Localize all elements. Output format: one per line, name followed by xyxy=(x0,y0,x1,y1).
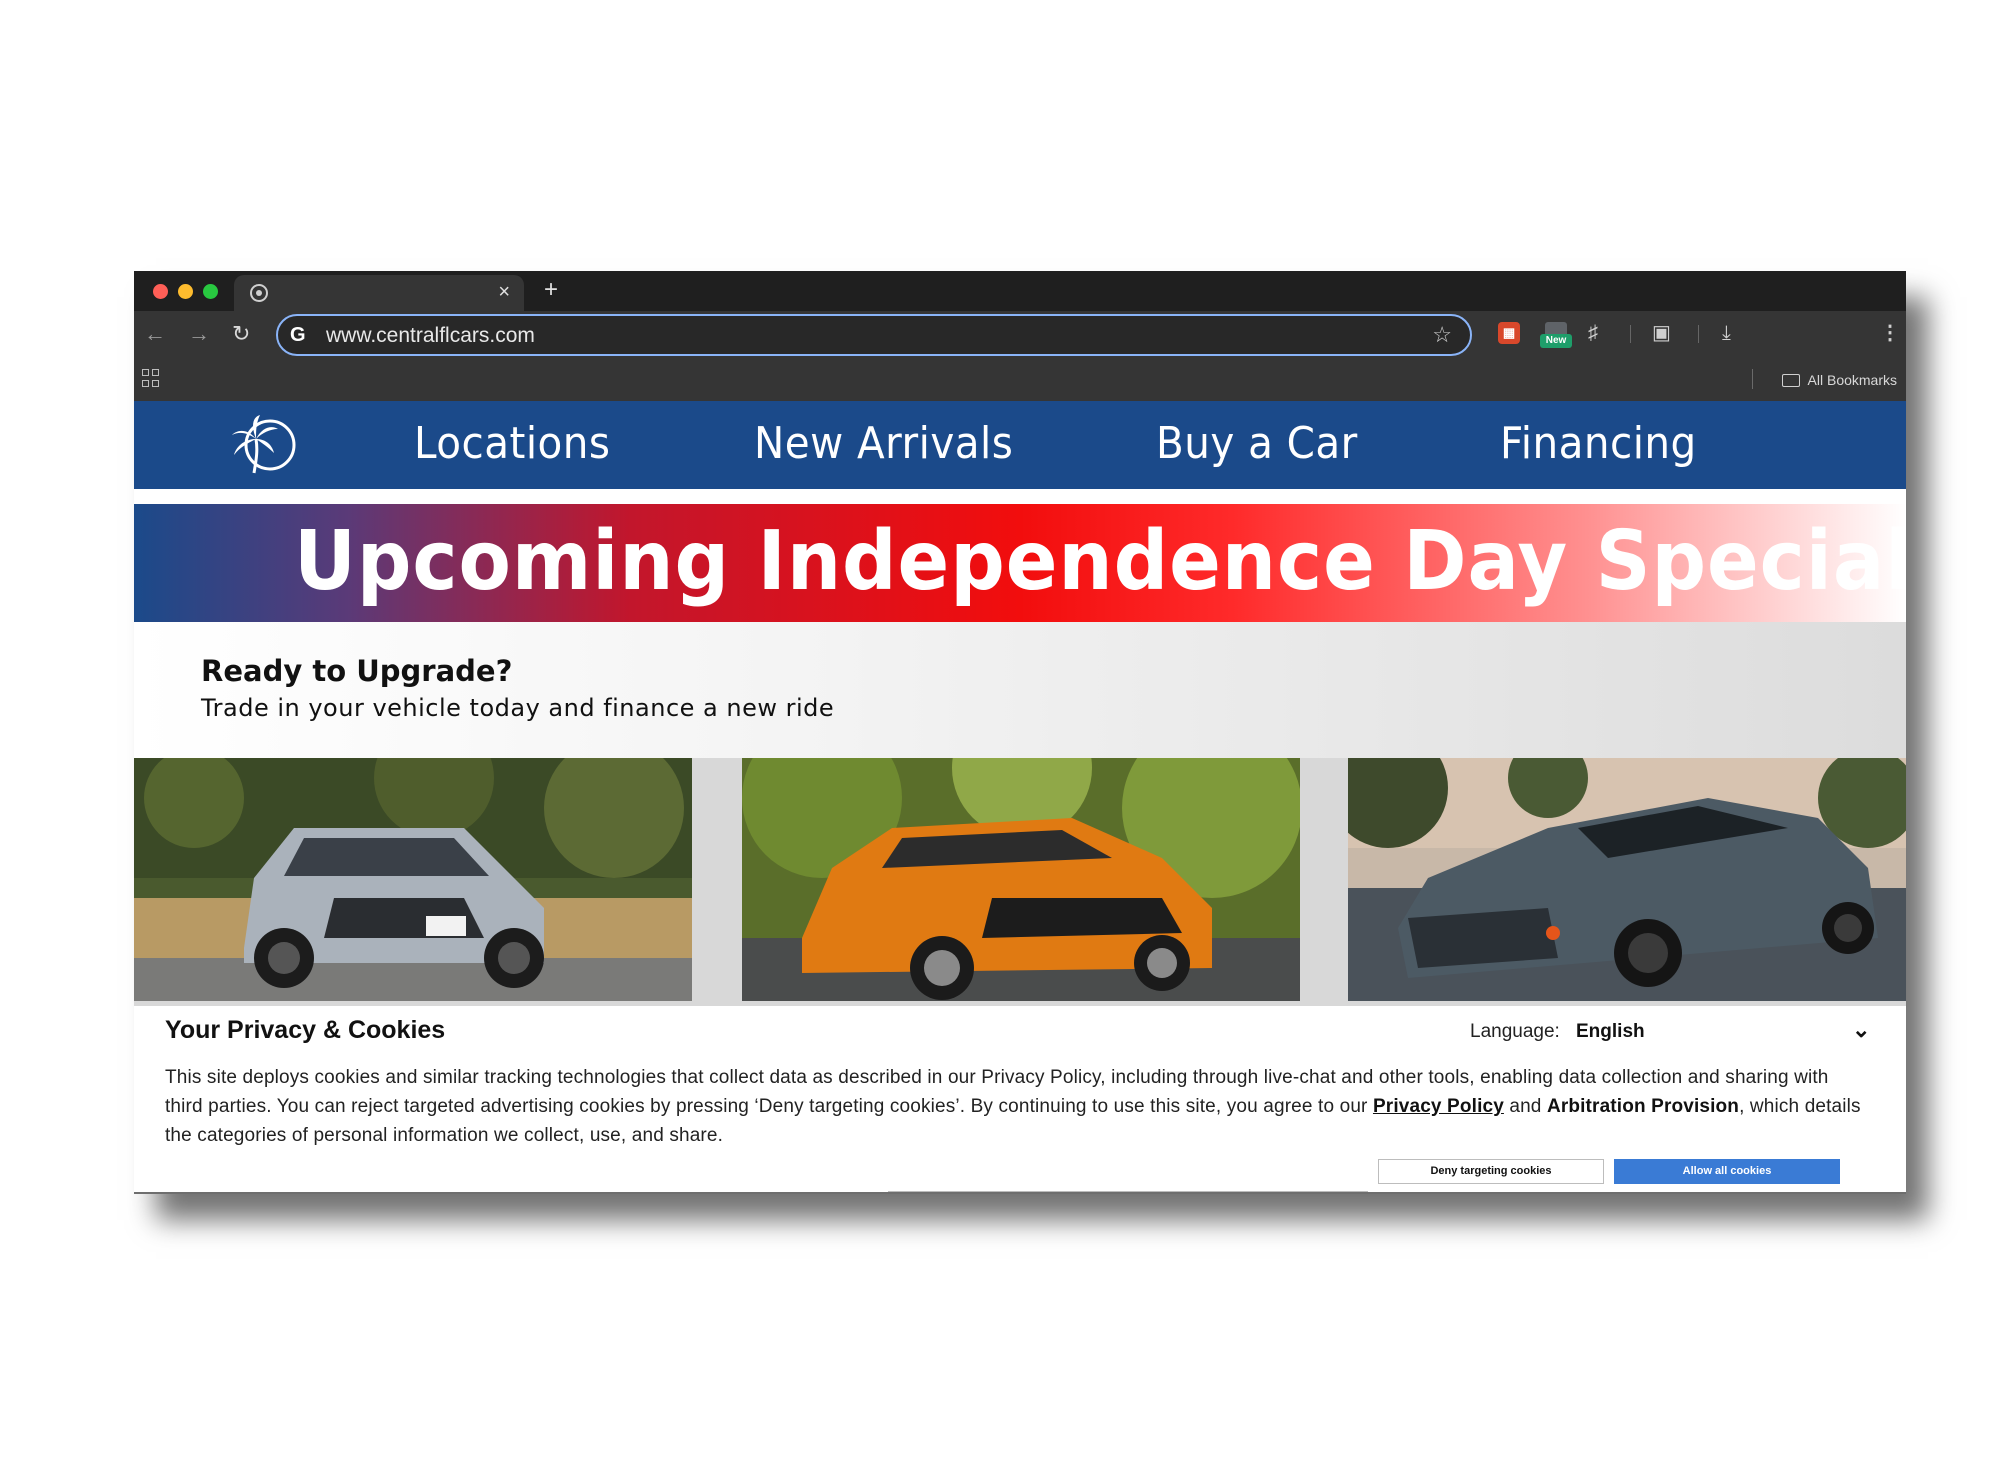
gray-coupe-photo[interactable] xyxy=(1348,758,1906,1001)
car-gallery xyxy=(134,758,1906,1006)
nav-buy-a-car[interactable]: Buy a Car xyxy=(1156,419,1358,469)
window-bottom-border xyxy=(134,1192,1906,1194)
bookmark-star-icon[interactable]: ☆ xyxy=(1432,323,1452,347)
extension-new-icon[interactable]: New xyxy=(1540,322,1572,350)
more-menu-icon[interactable]: ⋮ xyxy=(1880,321,1900,345)
nav-new-arrivals[interactable]: New Arrivals xyxy=(754,419,1013,469)
close-window-button[interactable] xyxy=(153,284,168,299)
toolbar-separator xyxy=(1698,325,1699,343)
silver-suv-photo[interactable] xyxy=(134,758,692,1001)
new-tab-button[interactable]: + xyxy=(544,277,558,303)
browser-tab[interactable]: × xyxy=(234,275,524,311)
privacy-policy-link[interactable]: Privacy Policy xyxy=(1373,1096,1504,1117)
bookmarks-bar: All Bookmarks xyxy=(134,359,1906,401)
tab-strip: × + xyxy=(134,271,1906,311)
language-select[interactable]: English xyxy=(1576,1021,1645,1043)
address-bar[interactable]: G www.centralflcars.com ☆ xyxy=(276,314,1472,356)
promo-banner[interactable]: Upcoming Independence Day Specials xyxy=(134,504,1906,622)
cookie-description: This site deploys cookies and similar tr… xyxy=(165,1063,1865,1150)
chrome-icon xyxy=(250,284,268,302)
nav-locations[interactable]: Locations xyxy=(414,419,610,469)
maximize-window-button[interactable] xyxy=(203,284,218,299)
minimize-window-button[interactable] xyxy=(178,284,193,299)
browser-toolbar: ← → ↻ G www.centralflcars.com ☆ ▦ New ♯ … xyxy=(134,311,1906,359)
google-icon: G xyxy=(290,324,306,346)
reload-icon[interactable]: ↻ xyxy=(232,321,250,347)
palm-tree-logo-icon[interactable] xyxy=(228,415,300,477)
language-label: Language: xyxy=(1470,1021,1560,1042)
chevron-down-icon[interactable]: ⌄ xyxy=(1852,1017,1870,1043)
toolbar-separator xyxy=(1630,325,1631,343)
deny-targeting-cookies-button[interactable]: Deny targeting cookies xyxy=(1378,1159,1604,1184)
url-text[interactable]: www.centralflcars.com xyxy=(326,325,535,347)
back-arrow-icon[interactable]: ← xyxy=(144,321,166,347)
extension-new-top xyxy=(1545,322,1567,334)
folder-icon xyxy=(1781,374,1800,387)
banner-headline: Upcoming Independence Day Specials xyxy=(294,514,1906,609)
extension-red-icon[interactable]: ▦ xyxy=(1498,322,1520,344)
all-bookmarks-label: All Bookmarks xyxy=(1807,372,1897,388)
forward-arrow-icon[interactable]: → xyxy=(188,321,210,347)
tab-search-icon[interactable]: ▣ xyxy=(1652,321,1671,345)
tab-close-icon[interactable]: × xyxy=(498,281,510,303)
puzzle-extensions-icon[interactable]: ♯ xyxy=(1588,321,1598,345)
apps-grid-icon[interactable] xyxy=(142,369,160,387)
website: Locations New Arrivals Buy a Car Financi… xyxy=(134,401,1906,1194)
allow-all-cookies-button[interactable]: Allow all cookies xyxy=(1614,1159,1840,1184)
orange-sports-car-photo[interactable] xyxy=(742,758,1300,1001)
upgrade-section: Ready to Upgrade? Trade in your vehicle … xyxy=(134,622,1906,758)
promo-subtitle: Trade in your vehicle today and finance … xyxy=(201,694,835,722)
bookmarks-separator xyxy=(1752,369,1753,389)
cookie-text-and: and xyxy=(1503,1096,1547,1117)
cookie-banner: Your Privacy & Cookies Language: English… xyxy=(134,1009,1906,1189)
nav-financing[interactable]: Financing xyxy=(1500,419,1697,469)
all-bookmarks-button[interactable]: All Bookmarks xyxy=(1781,371,1897,389)
cookie-title: Your Privacy & Cookies xyxy=(165,1016,446,1044)
arbitration-provision: Arbitration Provision xyxy=(1546,1096,1740,1117)
promo-title: Ready to Upgrade? xyxy=(201,654,513,688)
download-icon[interactable]: ⤓ xyxy=(1722,321,1731,345)
browser-window: × + ← → ↻ G www.centralflcars.com ☆ ▦ Ne… xyxy=(134,271,1906,1194)
new-badge: New xyxy=(1540,334,1572,348)
site-navbar: Locations New Arrivals Buy a Car Financi… xyxy=(134,401,1906,489)
